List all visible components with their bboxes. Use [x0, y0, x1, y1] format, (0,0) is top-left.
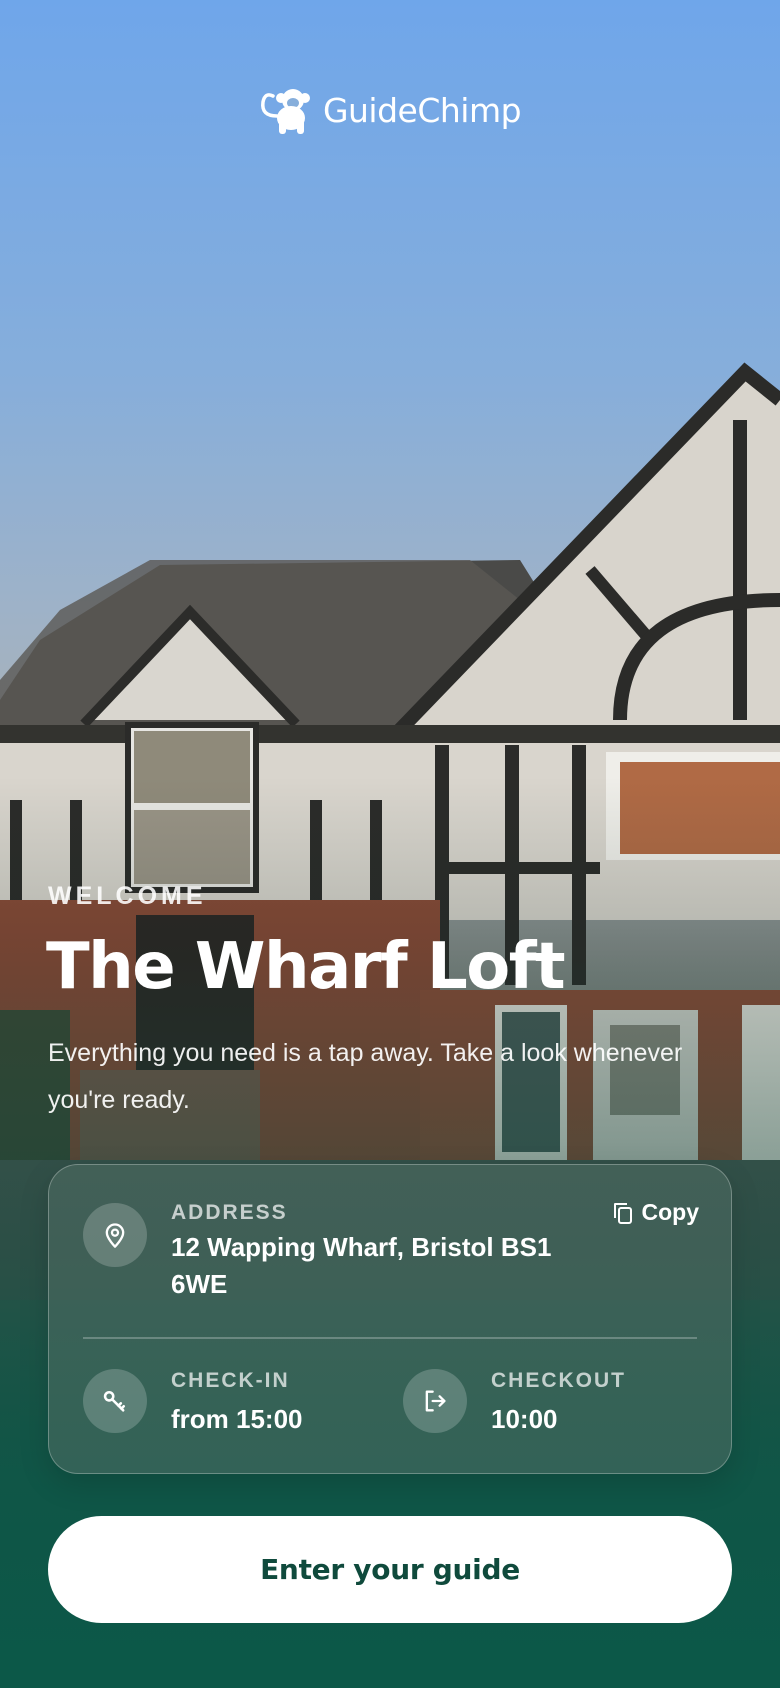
- address-value: 12 Wapping Wharf, Bristol BS1 6WE: [171, 1232, 552, 1299]
- welcome-subtitle: Everything you need is a tap away. Take …: [48, 1039, 683, 1114]
- welcome-eyebrow: WELCOME: [48, 882, 207, 910]
- card-divider: [83, 1337, 697, 1339]
- check-in-value: from 15:00: [171, 1404, 303, 1434]
- copy-label: Copy: [641, 1199, 700, 1225]
- monkey-icon: [260, 89, 310, 134]
- check-in-label: CHECK-IN: [171, 1369, 290, 1392]
- brand-logo: GuideChimp: [0, 86, 780, 134]
- copy-address-button[interactable]: Copy: [612, 1199, 700, 1226]
- checkout-label: CHECKOUT: [491, 1369, 626, 1392]
- property-details-card: ADDRESS 12 Wapping Wharf, Bristol BS1 6W…: [48, 1164, 732, 1474]
- key-icon: [83, 1369, 147, 1433]
- enter-guide-button[interactable]: Enter your guide: [48, 1516, 732, 1623]
- property-title: The Wharf Loft: [46, 930, 566, 1004]
- welcome-screen: GuideChimp WELCOME The Wharf Loft Everyt…: [0, 0, 780, 1688]
- location-pin-icon: [83, 1203, 147, 1267]
- checkout-value: 10:00: [491, 1404, 558, 1434]
- address-label: ADDRESS: [171, 1201, 288, 1224]
- logout-icon: [403, 1369, 467, 1433]
- brand-name: GuideChimp: [322, 90, 522, 130]
- copy-icon: [613, 1202, 632, 1224]
